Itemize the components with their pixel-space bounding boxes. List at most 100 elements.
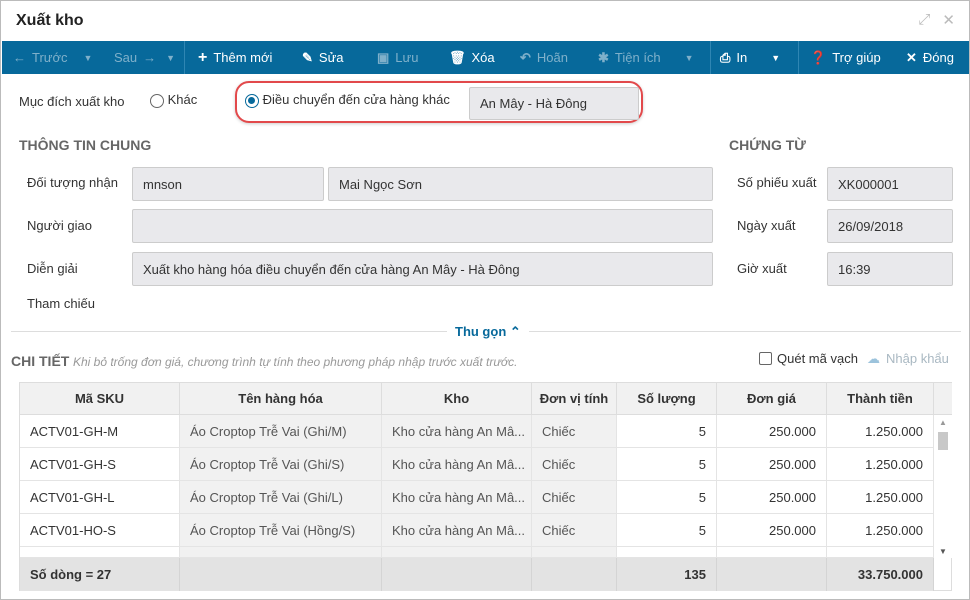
cell-price[interactable]: 250.000 (717, 415, 827, 448)
footer-amount: 33.750.000 (827, 558, 934, 591)
column-header-name[interactable]: Tên hàng hóa (180, 383, 382, 415)
column-header-quantity[interactable]: Số lượng (617, 383, 717, 415)
voucher-number-label: Số phiếu xuất (737, 175, 817, 190)
save-button[interactable]: ▣ Lưu (377, 41, 418, 74)
prev-button[interactable]: ← Trước ▼ (13, 41, 92, 74)
column-header-warehouse[interactable]: Kho (382, 383, 532, 415)
voucher-time-input[interactable]: 16:39 (827, 252, 953, 286)
close-icon[interactable]: ✕ (942, 11, 955, 29)
arrow-left-icon: ← (13, 50, 26, 65)
cell-quantity[interactable]: 5 (617, 415, 717, 448)
cloud-upload-icon: ☁ (867, 351, 880, 366)
general-title: THÔNG TIN CHUNG (19, 137, 152, 153)
radio-icon (150, 93, 164, 108)
description-input[interactable]: Xuất kho hàng hóa điều chuyển đến cửa hà… (132, 252, 713, 286)
radio-transfer-label: Điều chuyển đến cửa hàng khác (262, 92, 450, 107)
table-row-partial (20, 547, 180, 558)
edit-label: Sửa (318, 50, 344, 65)
barcode-checkbox[interactable]: Quét mã vạch (759, 351, 858, 366)
recipient-code-input[interactable]: mnson (132, 167, 324, 201)
detail-hint: Khi bỏ trống đơn giá, chương trình tự tí… (72, 355, 518, 369)
recipient-name-input[interactable]: Mai Ngọc Sơn (328, 167, 713, 201)
postpone-button[interactable]: ↶ Hoãn (520, 41, 568, 74)
next-button[interactable]: Sau → ▼ (114, 41, 175, 74)
scrollbar[interactable]: ▲ ▼ (934, 415, 952, 558)
cell-warehouse[interactable]: Kho cửa hàng An Mâ... (382, 481, 532, 514)
cell-amount[interactable]: 1.250.000 (827, 415, 934, 448)
import-button[interactable]: ☁ Nhập khẩu (867, 351, 949, 367)
barcode-label: Quét mã vạch (777, 351, 858, 366)
cell-sku[interactable]: ACTV01-HO-S (20, 514, 180, 547)
cell-amount[interactable]: 1.250.000 (827, 448, 934, 481)
column-header-unit[interactable]: Đơn vị tính (532, 383, 617, 415)
column-header-price[interactable]: Đơn giá (717, 383, 827, 415)
cell-warehouse[interactable]: Kho cửa hàng An Mâ... (382, 415, 532, 448)
scrollbar-thumb[interactable] (938, 432, 948, 450)
column-header-sku[interactable]: Mã SKU (20, 383, 180, 415)
radio-other[interactable]: Khác (150, 92, 197, 108)
cell-name[interactable]: Áo Croptop Trễ Vai (Ghi/L) (180, 481, 382, 514)
add-button[interactable]: + Thêm mới (198, 41, 272, 74)
radio-other-label: Khác (167, 92, 198, 107)
description-label: Diễn giải (27, 261, 78, 276)
deliverer-label: Người giao (27, 218, 92, 233)
table-row-partial (717, 547, 827, 558)
voucher-number-input[interactable]: XK000001 (827, 167, 953, 201)
cell-amount[interactable]: 1.250.000 (827, 514, 934, 547)
cell-quantity[interactable]: 5 (617, 514, 717, 547)
cell-unit[interactable]: Chiếc (532, 514, 617, 547)
column-header-amount[interactable]: Thành tiền (827, 383, 934, 415)
store-select[interactable]: An Mây - Hà Đông (469, 87, 639, 120)
cell-unit[interactable]: Chiếc (532, 448, 617, 481)
cell-sku[interactable]: ACTV01-GH-M (20, 415, 180, 448)
edit-button[interactable]: ✎ Sửa (302, 41, 344, 74)
cell-sku[interactable]: ACTV01-GH-S (20, 448, 180, 481)
cell-sku[interactable]: ACTV01-GH-L (20, 481, 180, 514)
cell-name[interactable]: Áo Croptop Trễ Vai (Ghi/S) (180, 448, 382, 481)
footer-quantity: 135 (617, 558, 717, 591)
add-label: Thêm mới (213, 50, 273, 65)
caret-icon: ▼ (83, 52, 93, 63)
cell-name[interactable]: Áo Croptop Trễ Vai (Ghi/M) (180, 415, 382, 448)
cell-price[interactable]: 250.000 (717, 481, 827, 514)
print-label: In (736, 50, 748, 65)
caret-icon: ▼ (684, 52, 694, 63)
print-button[interactable]: ⎙ In ▼ (720, 41, 780, 74)
maximize-icon[interactable]: ⤢ (918, 11, 930, 29)
close-label: Đóng (922, 50, 954, 65)
cell-price[interactable]: 250.000 (717, 514, 827, 547)
trash-icon: 🗑 (449, 49, 466, 65)
x-icon: ✕ (906, 49, 917, 65)
cell-amount[interactable]: 1.250.000 (827, 481, 934, 514)
collapse-button[interactable]: Thu gọn ⌃ (447, 324, 529, 340)
caret-icon: ▼ (166, 52, 176, 63)
cell-unit[interactable]: Chiếc (532, 415, 617, 448)
cell-quantity[interactable]: 5 (617, 448, 717, 481)
cell-quantity[interactable]: 5 (617, 481, 717, 514)
table-row-partial (382, 547, 532, 558)
delete-button[interactable]: 🗑 Xóa (449, 41, 495, 74)
table-row-partial (617, 547, 717, 558)
cell-price[interactable]: 250.000 (717, 448, 827, 481)
cell-name[interactable]: Áo Croptop Trễ Vai (Hồng/S) (180, 514, 382, 547)
cell-unit[interactable]: Chiếc (532, 481, 617, 514)
cell-warehouse[interactable]: Kho cửa hàng An Mâ... (382, 448, 532, 481)
plus-icon: + (198, 48, 208, 66)
radio-transfer[interactable]: Điều chuyển đến cửa hàng khác (245, 92, 450, 108)
voucher-date-input[interactable]: 26/09/2018 (827, 209, 953, 243)
footer-unit (532, 558, 617, 591)
cell-warehouse[interactable]: Kho cửa hàng An Mâ... (382, 514, 532, 547)
import-label: Nhập khẩu (886, 351, 949, 366)
footer-warehouse (382, 558, 532, 591)
utilities-button[interactable]: ✱ Tiện ích ▼ (598, 41, 694, 74)
purpose-label: Mục đích xuất kho (19, 94, 125, 109)
recipient-label: Đối tượng nhận (27, 175, 118, 190)
detail-table: ▲ ▼ Mã SKU Tên hàng hóa Kho Đơn vị tính Số l… (19, 382, 952, 591)
deliverer-input[interactable] (132, 209, 713, 243)
help-button[interactable]: ❓ Trợ giúp (810, 41, 881, 74)
help-icon: ❓ (810, 49, 827, 65)
close-button[interactable]: ✕ Đóng (906, 41, 954, 74)
tools-icon: ✱ (598, 49, 609, 65)
toolbar: ← Trước ▼ Sau → ▼ + Thêm mới ✎ Sửa ▣ Lưu 🗑 Xóa ↶… (2, 41, 969, 74)
undo-icon: ↶ (520, 49, 531, 65)
